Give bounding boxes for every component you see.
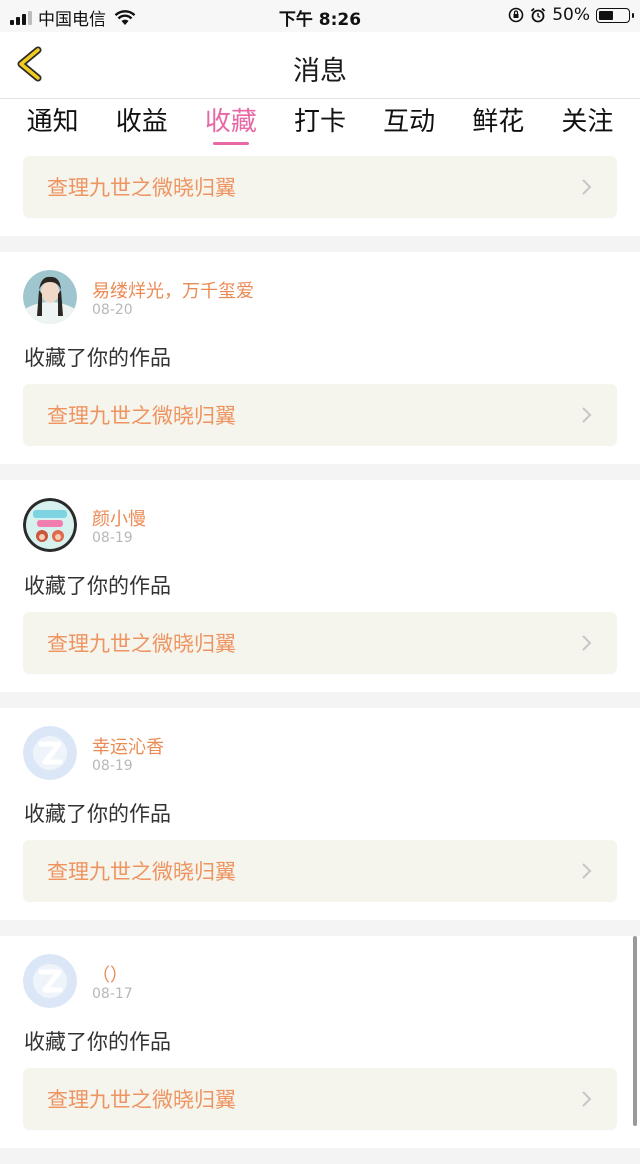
action-text: 收藏了你的作品 (24, 346, 171, 370)
message-card: 易缕烊光，万千玺爱 08-20 收藏了你的作品查理九世之微晓归翼 (0, 252, 640, 464)
battery-percent: 50% (552, 5, 590, 25)
message-header: （） 08-17 (23, 936, 617, 1008)
message-header: 幸运沁香 08-19 (23, 708, 617, 780)
message-header: 颜小慢 08-19 (23, 480, 617, 552)
work-title: 查理九世之微晓归翼 (47, 404, 236, 428)
orientation-lock-icon (508, 7, 524, 23)
avatar[interactable] (23, 270, 77, 324)
tab-4[interactable]: 互动 (365, 99, 454, 149)
tab-1[interactable]: 收益 (97, 99, 186, 149)
username[interactable]: 易缕烊光，万千玺爱 (92, 277, 254, 303)
message-card: （） 08-17 收藏了你的作品查理九世之微晓归翼 (0, 936, 640, 1148)
avatar[interactable] (23, 498, 77, 552)
username[interactable]: 颜小慢 (92, 505, 146, 531)
tab-3[interactable]: 打卡 (275, 99, 364, 149)
message-card: 颜小慢 08-19 收藏了你的作品查理九世之微晓归翼 (0, 480, 640, 692)
message-body: 收藏了你的作品查理九世之微晓归翼 (23, 342, 617, 464)
chevron-right-icon (582, 179, 592, 195)
message-date: 08-17 (92, 986, 133, 1002)
message-body: 收藏了你的作品查理九世之微晓归翼 (23, 1026, 617, 1148)
tab-5[interactable]: 鲜花 (454, 99, 543, 149)
work-link[interactable]: 查理九世之微晓归翼 (23, 612, 617, 674)
avatar[interactable] (23, 954, 77, 1008)
message-date: 08-19 (92, 530, 133, 546)
battery-fill (599, 10, 613, 20)
scrollbar[interactable] (633, 936, 637, 1126)
action-text: 收藏了你的作品 (24, 574, 171, 598)
work-link[interactable]: 查理九世之微晓归翼 (23, 156, 617, 218)
work-link[interactable]: 查理九世之微晓归翼 (23, 840, 617, 902)
message-body: 收藏了你的作品查理九世之微晓归翼 (23, 798, 617, 920)
avatar[interactable] (23, 726, 77, 780)
action-text: 收藏了你的作品 (24, 1030, 171, 1054)
message-date: 08-19 (92, 758, 133, 774)
message-list: 查理九世之微晓归翼 易缕烊光，万千玺爱 08-20 收藏了你的作品 查理九世之微晓归翼… (0, 149, 640, 1164)
work-title: 查理九世之微晓归翼 (47, 176, 236, 200)
status-bar: 中国电信 下午 8:26 50% (0, 0, 640, 32)
message-header: 易缕烊光，万千玺爱 08-20 (23, 252, 617, 324)
chevron-right-icon (582, 1091, 592, 1107)
status-right: 50% (508, 5, 634, 25)
page-title: 消息 (293, 56, 347, 87)
chevron-right-icon (582, 863, 592, 879)
battery-icon (596, 7, 634, 23)
message-card-partial: 查理九世之微晓归翼 (0, 149, 640, 236)
message-card: 幸运沁香 08-19 收藏了你的作品查理九世之微晓归翼 (0, 708, 640, 920)
chevron-right-icon (582, 407, 592, 423)
work-title: 查理九世之微晓归翼 (47, 860, 236, 884)
tab-6[interactable]: 关注 (543, 99, 632, 149)
message-body: 收藏了你的作品查理九世之微晓归翼 (23, 570, 617, 692)
username[interactable]: （） (92, 961, 128, 987)
navigation-bar: 消息 (0, 32, 640, 99)
work-link[interactable]: 查理九世之微晓归翼 (23, 384, 617, 446)
action-text: 收藏了你的作品 (24, 802, 171, 826)
message-tabs: 通知 收益 收藏 打卡 互动 鲜花 关注 (0, 99, 640, 149)
alarm-icon (531, 7, 546, 23)
message-date: 08-20 (92, 302, 133, 318)
tab-0[interactable]: 通知 (8, 99, 97, 149)
work-title: 查理九世之微晓归翼 (47, 1088, 236, 1112)
chevron-right-icon (582, 635, 592, 651)
work-link[interactable]: 查理九世之微晓归翼 (23, 1068, 617, 1130)
tab-2[interactable]: 收藏 (186, 99, 275, 149)
work-title: 查理九世之微晓归翼 (47, 632, 236, 656)
username[interactable]: 幸运沁香 (92, 733, 164, 759)
